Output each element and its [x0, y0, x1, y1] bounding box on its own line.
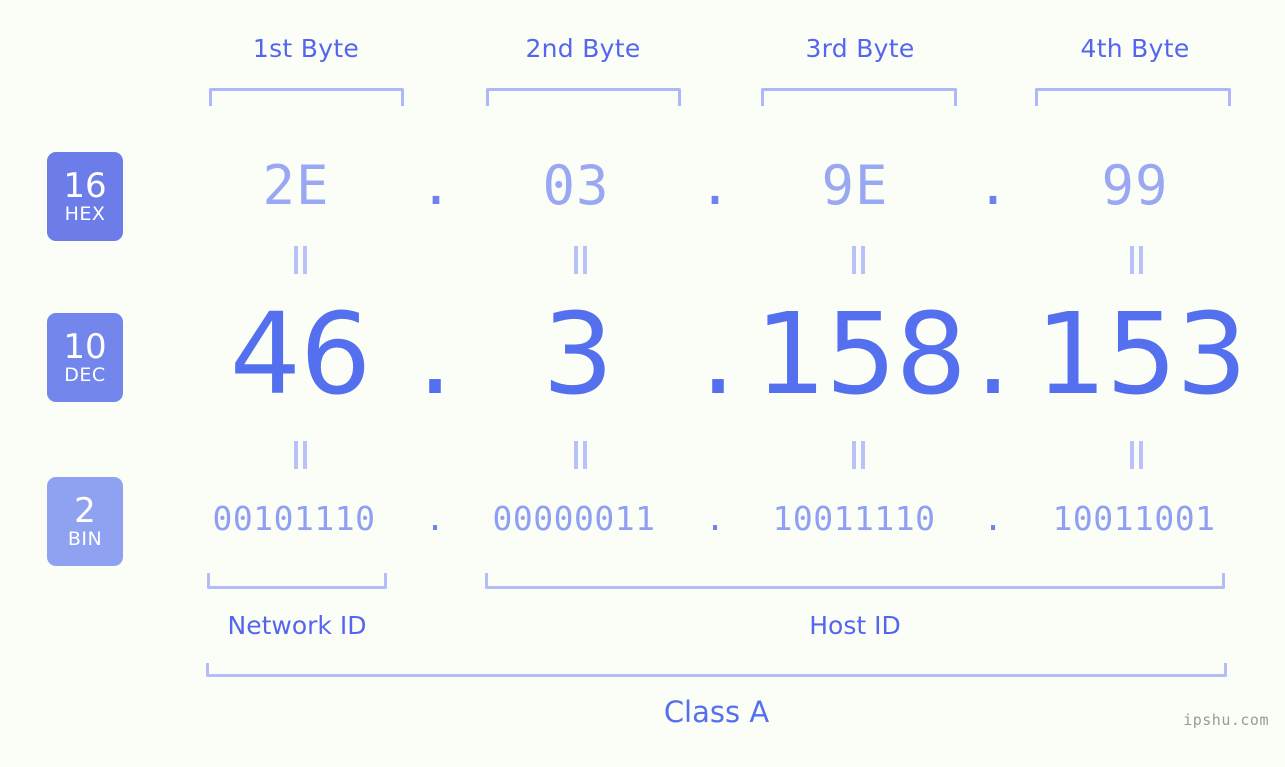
byte-bracket-4	[1035, 88, 1231, 106]
byte-header-3: 3rd Byte	[805, 34, 915, 63]
dec-separator-1: .	[417, 290, 453, 420]
hex-separator-3: .	[976, 154, 1010, 217]
radix-badge-hex-number: 16	[63, 166, 107, 206]
radix-badge-dec: 10 DEC	[47, 313, 123, 402]
radix-badge-dec-number: 10	[63, 327, 107, 367]
dec-octet-1: 46	[229, 290, 372, 420]
radix-badge-hex-unit: HEX	[64, 203, 106, 225]
hex-octet-4: 99	[1101, 154, 1169, 217]
hex-octet-3: 9E	[821, 154, 889, 217]
byte-bracket-3	[761, 88, 957, 106]
bin-octet-4: 10011001	[1052, 499, 1216, 538]
class-bracket	[206, 663, 1227, 677]
byte-bracket-2	[486, 88, 681, 106]
class-label: Class A	[663, 695, 770, 729]
dec-separator-2: .	[700, 290, 736, 420]
bin-octet-1: 00101110	[212, 499, 376, 538]
site-watermark: ipshu.com	[1183, 711, 1269, 729]
radix-badge-bin-number: 2	[74, 491, 96, 531]
radix-badge-bin: 2 BIN	[47, 477, 123, 566]
byte-header-2: 2nd Byte	[525, 34, 641, 63]
equals-sign-dec-bin-3	[846, 441, 870, 469]
radix-badge-bin-unit: BIN	[67, 528, 103, 550]
equals-sign-dec-bin-1	[288, 441, 312, 469]
hex-octet-1: 2E	[262, 154, 330, 217]
byte-header-4: 4th Byte	[1080, 34, 1190, 63]
equals-sign-hex-dec-4	[1124, 246, 1148, 274]
bin-separator-2: .	[705, 499, 725, 538]
byte-bracket-1	[209, 88, 404, 106]
dec-octet-4: 153	[1035, 290, 1248, 420]
equals-sign-dec-bin-4	[1124, 441, 1148, 469]
dec-octet-2: 3	[542, 290, 613, 420]
hex-separator-1: .	[419, 154, 453, 217]
equals-sign-hex-dec-2	[568, 246, 592, 274]
equals-sign-hex-dec-3	[846, 246, 870, 274]
dec-octet-3: 158	[755, 290, 967, 420]
host-id-label: Host ID	[809, 611, 901, 640]
network-id-bracket	[207, 573, 387, 589]
bin-octet-3: 10011110	[772, 499, 936, 538]
bin-octet-2: 00000011	[492, 499, 656, 538]
radix-badge-dec-unit: DEC	[64, 364, 106, 386]
radix-badge-hex: 16 HEX	[47, 152, 123, 241]
byte-header-1: 1st Byte	[252, 34, 360, 63]
equals-sign-dec-bin-2	[568, 441, 592, 469]
bin-separator-3: .	[983, 499, 1003, 538]
hex-octet-2: 03	[542, 154, 610, 217]
bin-separator-1: .	[425, 499, 445, 538]
host-id-bracket	[485, 573, 1225, 589]
ip-address-diagram: 1st Byte 2nd Byte 3rd Byte 4th Byte 16 H…	[0, 0, 1285, 767]
dec-separator-3: .	[975, 290, 1011, 420]
network-id-label: Network ID	[227, 611, 367, 640]
hex-separator-2: .	[698, 154, 732, 217]
equals-sign-hex-dec-1	[288, 246, 312, 274]
